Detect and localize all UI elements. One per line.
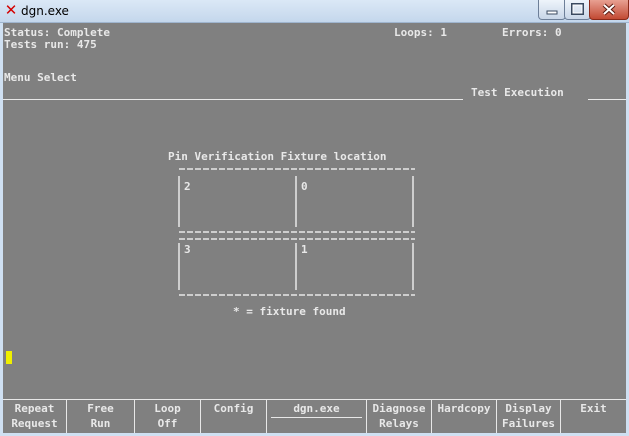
key-label-line1: Exit: [580, 402, 607, 415]
fixture-cell-2: 2: [184, 180, 191, 193]
key-label-line1: Diagnose: [372, 402, 426, 415]
exit-key[interactable]: Exit: [561, 399, 626, 433]
key-label-line1: Free: [87, 402, 114, 415]
key-separator: [271, 417, 362, 418]
dgn-exe-key[interactable]: dgn.exe: [267, 399, 367, 433]
free-run-key[interactable]: Free Run: [67, 399, 135, 433]
hardcopy-key[interactable]: Hardcopy: [432, 399, 497, 433]
title-bar[interactable]: ✕ dgn.exe: [0, 0, 629, 23]
fixture-grid: [178, 168, 415, 296]
key-label-line1: Hardcopy: [437, 402, 491, 415]
key-label-line1: Display: [505, 402, 552, 415]
close-icon: [602, 3, 616, 16]
fixture-cell-3: 3: [184, 243, 191, 256]
app-x-icon: ✕: [4, 1, 18, 19]
key-label-line1: Config: [213, 402, 254, 415]
text-cursor: [6, 351, 12, 364]
key-label-line2: Request: [11, 417, 58, 430]
fixture-cell-0: 0: [301, 180, 308, 193]
key-label-line2: Failures: [502, 417, 555, 430]
minimize-icon: [546, 10, 558, 15]
key-label-line2: Relays: [379, 417, 419, 430]
display-failures-key[interactable]: Display Failures: [497, 399, 561, 433]
console-screen: Status: Complete Tests run: 475 Loops: 1…: [3, 23, 626, 433]
app-window: ✕ dgn.exe Status: Complete Tests run: 47…: [0, 0, 629, 436]
minimize-button[interactable]: [538, 0, 566, 20]
window-title: dgn.exe: [21, 4, 69, 18]
maximize-button[interactable]: [564, 0, 591, 20]
fixture-legend: * = fixture found: [233, 305, 346, 318]
key-label-line1: Repeat: [14, 402, 55, 415]
key-label-line2: Off: [157, 417, 178, 430]
close-button[interactable]: [589, 0, 629, 20]
diagnose-relays-key[interactable]: Diagnose Relays: [367, 399, 432, 433]
key-label-line1: dgn.exe: [293, 402, 340, 415]
maximize-icon: [571, 3, 584, 15]
function-key-bar: Repeat Request Free Run Loop Off Config …: [3, 399, 626, 433]
config-key[interactable]: Config: [201, 399, 267, 433]
fixture-cell-1: 1: [301, 243, 308, 256]
loop-off-key[interactable]: Loop Off: [135, 399, 201, 433]
key-label-line1: Loop: [154, 402, 181, 415]
key-label-line2: Run: [90, 417, 111, 430]
repeat-request-key[interactable]: Repeat Request: [3, 399, 67, 433]
